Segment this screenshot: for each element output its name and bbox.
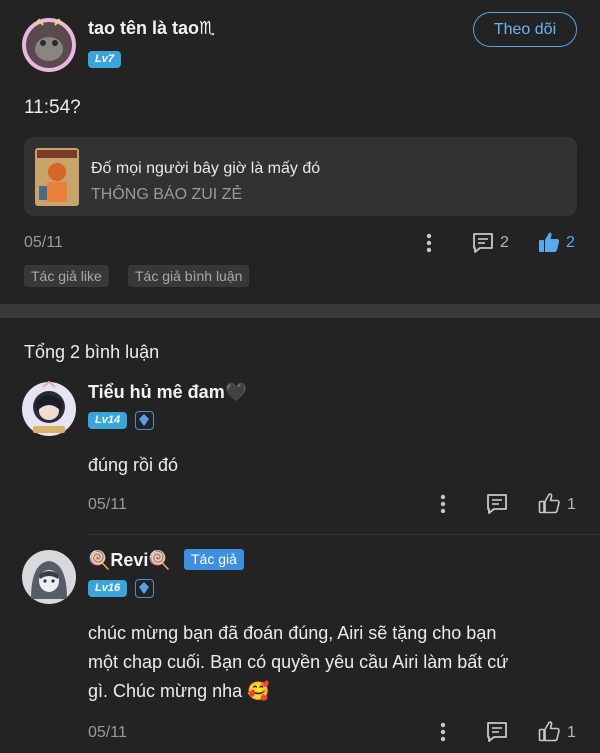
membership-gem-icon: [135, 579, 154, 598]
post-card: tao tên là tao♏ Lv7 Theo dõi 11:54? Đố m…: [0, 0, 600, 304]
post-comment-count: 2: [500, 234, 509, 251]
quoted-post-thumbnail: [35, 148, 79, 206]
quoted-post-title: Đố mọi người bây giờ là mấy đó: [91, 160, 321, 177]
commenter-avatar[interactable]: [21, 549, 77, 605]
comment-date: 05/11: [88, 724, 127, 741]
author-name[interactable]: tao tên là tao♏: [88, 18, 215, 39]
comment-like-count: 1: [567, 496, 576, 513]
like-icon[interactable]: [537, 491, 561, 515]
author-tag-badge: Tác giả: [184, 549, 244, 570]
commenter-avatar[interactable]: [21, 381, 77, 437]
comments-count-title: Tổng 2 bình luận: [24, 342, 160, 362]
post-date: 05/11: [24, 234, 63, 251]
comment-text-line: chúc mừng bạn đã đoán đúng, Airi sẽ tặng…: [88, 623, 497, 643]
post-like-count: 2: [566, 234, 575, 251]
author-level-badge: Lv7: [88, 51, 121, 68]
commenter-name[interactable]: Tiểu hủ mê đam🖤: [88, 382, 247, 403]
like-icon[interactable]: [537, 719, 561, 743]
comment-text-line: gì. Chúc mừng nha 🥰: [88, 681, 270, 701]
more-options-icon[interactable]: [438, 721, 448, 743]
comment-separator: [88, 534, 600, 535]
reply-icon[interactable]: [485, 492, 509, 516]
tag-author-like: Tác giả like: [24, 265, 109, 287]
post-text: 11:54?: [24, 97, 81, 118]
comment-text: đúng rồi đó: [88, 455, 179, 475]
quoted-post-card[interactable]: Đố mọi người bây giờ là mấy đó THÔNG BÁO…: [24, 137, 577, 216]
section-divider: [0, 304, 600, 318]
commenter-level-badge: Lv16: [88, 580, 128, 597]
commenter-name[interactable]: 🍭Revi🍭: [88, 550, 171, 571]
more-options-icon[interactable]: [424, 232, 434, 254]
comment-date: 05/11: [88, 496, 127, 513]
author-avatar[interactable]: [21, 17, 77, 73]
follow-button[interactable]: Theo dõi: [473, 12, 577, 47]
commenter-level-badge: Lv14: [88, 412, 128, 429]
comment-like-count: 1: [567, 724, 576, 741]
tag-author-comment: Tác giả bình luận: [128, 265, 250, 287]
more-options-icon[interactable]: [438, 493, 448, 515]
reply-icon[interactable]: [485, 720, 509, 744]
comment-text-line: một chap cuối. Bạn có quyền yêu cầu Airi…: [88, 652, 509, 672]
membership-gem-icon: [135, 411, 154, 430]
comment-icon[interactable]: [471, 231, 495, 255]
quoted-post-subtitle: THÔNG BÁO ZUI ZẺ: [91, 186, 243, 203]
like-icon[interactable]: [537, 230, 561, 254]
